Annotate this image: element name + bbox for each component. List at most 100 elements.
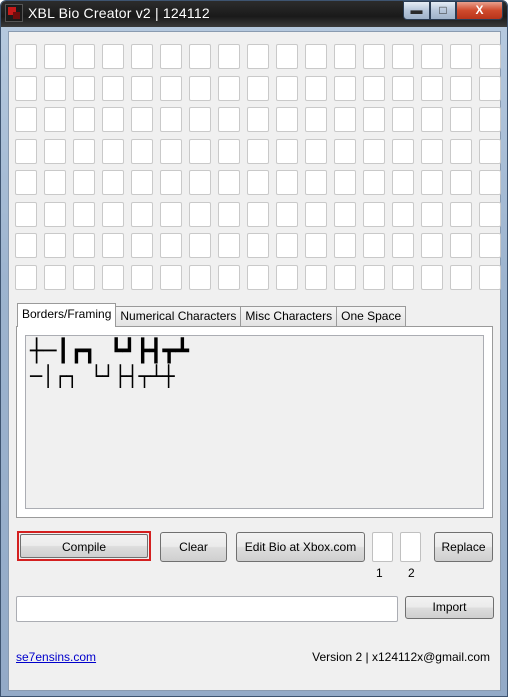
grid-cell[interactable] (450, 75, 472, 101)
grid-cell[interactable] (102, 107, 124, 132)
grid-cell[interactable] (44, 170, 66, 195)
grid-cell[interactable] (15, 75, 37, 101)
import-input[interactable] (16, 596, 398, 622)
grid-cell[interactable] (305, 138, 327, 164)
grid-cell[interactable] (334, 170, 356, 195)
grid-cell[interactable] (305, 44, 327, 69)
grid-cell[interactable] (15, 107, 37, 132)
grid-cell[interactable] (479, 233, 501, 258)
grid-cell[interactable] (15, 170, 37, 195)
grid-cell[interactable] (44, 264, 66, 290)
framing-characters-line-2[interactable]: ─│┌┐ └┘├┤┬┴┼ (30, 364, 479, 388)
grid-cell[interactable] (392, 233, 414, 258)
grid-cell[interactable] (363, 44, 385, 69)
grid-cell[interactable] (160, 233, 182, 258)
grid-cell[interactable] (15, 138, 37, 164)
grid-cell[interactable] (102, 201, 124, 227)
grid-cell[interactable] (276, 170, 298, 195)
grid-cell[interactable] (102, 75, 124, 101)
grid-cell[interactable] (160, 44, 182, 69)
grid-cell[interactable] (73, 170, 95, 195)
grid-cell[interactable] (363, 201, 385, 227)
grid-cell[interactable] (218, 138, 240, 164)
grid-cell[interactable] (44, 201, 66, 227)
grid-cell[interactable] (160, 264, 182, 290)
grid-cell[interactable] (73, 264, 95, 290)
grid-cell[interactable] (305, 107, 327, 132)
grid-cell[interactable] (479, 201, 501, 227)
grid-cell[interactable] (218, 233, 240, 258)
grid-cell[interactable] (44, 233, 66, 258)
grid-cell[interactable] (421, 138, 443, 164)
grid-cell[interactable] (218, 107, 240, 132)
grid-cell[interactable] (73, 138, 95, 164)
grid-cell[interactable] (479, 138, 501, 164)
grid-cell[interactable] (15, 44, 37, 69)
grid-cell[interactable] (392, 138, 414, 164)
framing-characters-box[interactable]: ┼─┃┏┓ ┗┛┣┫┳┻ ─│┌┐ └┘├┤┬┴┼ (25, 335, 484, 509)
grid-cell[interactable] (276, 201, 298, 227)
compile-button-label[interactable]: Compile (20, 534, 148, 558)
grid-cell[interactable] (421, 44, 443, 69)
grid-cell[interactable] (479, 170, 501, 195)
grid-cell[interactable] (218, 170, 240, 195)
grid-cell[interactable] (15, 201, 37, 227)
grid-cell[interactable] (421, 233, 443, 258)
grid-cell[interactable] (276, 138, 298, 164)
grid-cell[interactable] (247, 44, 269, 69)
grid-cell[interactable] (334, 107, 356, 132)
grid-cell[interactable] (247, 264, 269, 290)
grid-cell[interactable] (218, 75, 240, 101)
grid-cell[interactable] (334, 75, 356, 101)
grid-cell[interactable] (44, 107, 66, 132)
tab-one-space[interactable]: One Space (336, 306, 407, 327)
grid-cell[interactable] (189, 201, 211, 227)
grid-cell[interactable] (131, 44, 153, 69)
import-button[interactable]: Import (405, 596, 494, 619)
maximize-button[interactable]: □ (430, 1, 456, 20)
grid-cell[interactable] (73, 44, 95, 69)
grid-cell[interactable] (160, 138, 182, 164)
grid-cell[interactable] (15, 233, 37, 258)
grid-cell[interactable] (131, 75, 153, 101)
grid-cell[interactable] (305, 75, 327, 101)
grid-cell[interactable] (73, 75, 95, 101)
grid-cell[interactable] (131, 233, 153, 258)
grid-cell[interactable] (247, 138, 269, 164)
title-bar[interactable]: XBL Bio Creator v2 | 124112 ▬ □ X (1, 1, 507, 27)
grid-cell[interactable] (73, 107, 95, 132)
grid-cell[interactable] (102, 233, 124, 258)
grid-cell[interactable] (392, 75, 414, 101)
grid-cell[interactable] (276, 233, 298, 258)
grid-cell[interactable] (189, 233, 211, 258)
grid-cell[interactable] (421, 201, 443, 227)
grid-cell[interactable] (363, 233, 385, 258)
grid-cell[interactable] (189, 170, 211, 195)
grid-cell[interactable] (160, 201, 182, 227)
grid-cell[interactable] (247, 233, 269, 258)
grid-cell[interactable] (131, 107, 153, 132)
website-link[interactable]: se7ensins.com (16, 650, 96, 664)
grid-cell[interactable] (363, 170, 385, 195)
grid-cell[interactable] (421, 264, 443, 290)
grid-cell[interactable] (421, 107, 443, 132)
grid-cell[interactable] (479, 44, 501, 69)
grid-cell[interactable] (479, 75, 501, 101)
grid-cell[interactable] (276, 75, 298, 101)
grid-cell[interactable] (276, 44, 298, 69)
grid-cell[interactable] (450, 201, 472, 227)
grid-cell[interactable] (160, 170, 182, 195)
grid-cell[interactable] (421, 75, 443, 101)
grid-cell[interactable] (189, 138, 211, 164)
grid-cell[interactable] (334, 201, 356, 227)
grid-cell[interactable] (276, 264, 298, 290)
grid-cell[interactable] (131, 170, 153, 195)
grid-cell[interactable] (392, 264, 414, 290)
grid-cell[interactable] (450, 264, 472, 290)
grid-cell[interactable] (218, 44, 240, 69)
grid-cell[interactable] (392, 201, 414, 227)
grid-cell[interactable] (392, 44, 414, 69)
grid-cell[interactable] (131, 201, 153, 227)
grid-cell[interactable] (305, 201, 327, 227)
framing-characters-line-1[interactable]: ┼─┃┏┓ ┗┛┣┫┳┻ (30, 340, 479, 364)
